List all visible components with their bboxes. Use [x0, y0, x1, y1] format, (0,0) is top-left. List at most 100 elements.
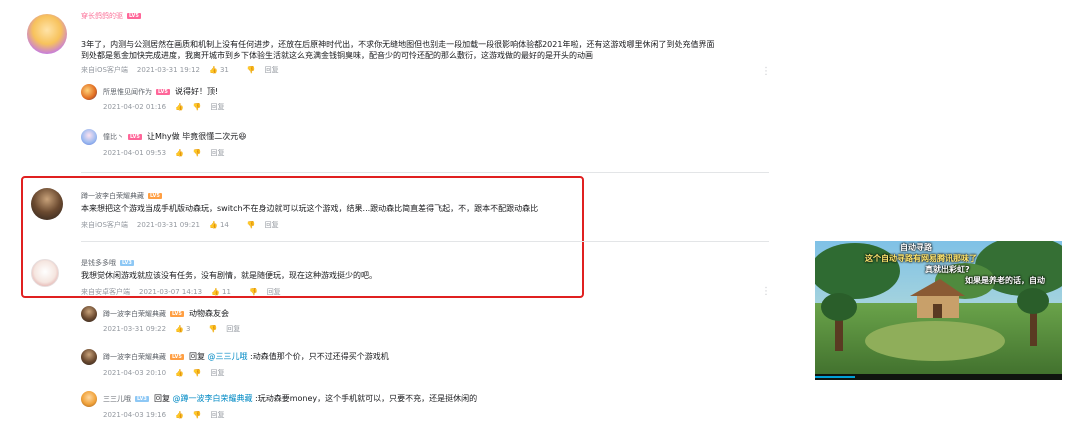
timestamp: 2021-03-31 09:22: [103, 325, 167, 333]
reply-username[interactable]: 蹲一波李白荣耀典藏: [103, 310, 166, 318]
like-icon[interactable]: 👍: [175, 103, 184, 111]
comment-username[interactable]: 是钱多多哦 LV3: [81, 258, 134, 268]
avatar[interactable]: [81, 306, 97, 322]
reply-meta: 2021-04-01 09:53 👍 👎 回复: [103, 148, 234, 158]
reply-button[interactable]: 回复: [211, 411, 225, 419]
more-options-icon[interactable]: ⋮: [761, 286, 771, 297]
reply-username[interactable]: 所思惟见闻作为: [103, 88, 152, 96]
level-badge: LV5: [127, 13, 141, 19]
like-button[interactable]: 👍 11: [211, 288, 240, 296]
mention-link[interactable]: @蹲一波李白荣耀典藏: [173, 394, 253, 403]
like-count: 31: [219, 66, 229, 74]
like-button[interactable]: 👍 3: [175, 325, 199, 333]
timestamp: 2021-03-07 14:13: [139, 288, 203, 296]
video-title: 自动寻路: [900, 243, 932, 252]
timestamp: 2021-03-31 19:12: [136, 66, 200, 74]
divider: [81, 172, 769, 173]
danmaku-text: 这个自动寻路有网易腾讯那味了: [865, 254, 977, 263]
danmaku-text: 如果是养老的话，自动: [965, 276, 1045, 285]
reply-username[interactable]: 三三儿哦: [103, 395, 131, 403]
more-options-icon[interactable]: ⋮: [761, 66, 771, 77]
dislike-icon[interactable]: 👎: [247, 221, 256, 229]
level-badge: LV5: [170, 310, 184, 317]
like-count: 3: [186, 325, 191, 333]
reply-button[interactable]: 回复: [265, 221, 279, 229]
timestamp: 2021-03-31 09:21: [136, 221, 200, 229]
like-button[interactable]: 👍 31: [209, 66, 238, 74]
timestamp: 2021-04-03 20:10: [103, 369, 167, 377]
reply-item: 蹲一波李白荣耀典藏 LV5 回复 @三三儿哦 :动森值那个价，只不过还得买个游戏机: [103, 351, 389, 362]
timestamp: 2021-04-03 19:16: [103, 411, 167, 419]
comment-meta: 来自iOS客户端 2021-03-31 09:21 👍 14 👎 回复: [81, 220, 288, 230]
dislike-icon[interactable]: 👎: [193, 149, 202, 157]
comment-content: 本来想把这个游戏当成手机版动森玩，switch不在身边就可以玩这个游戏，结果..…: [81, 204, 539, 213]
reply-button[interactable]: 回复: [267, 288, 281, 296]
reply-meta: 2021-04-03 20:10 👍 👎 回复: [103, 368, 234, 378]
divider: [81, 241, 769, 242]
reply-button[interactable]: 回复: [211, 149, 225, 157]
reply-item: 憧比丶 LV5 让Mhy做 毕竟很懂二次元😆: [103, 131, 247, 142]
reply-item: 三三儿哦 LV3 回复 @蹲一波李白荣耀典藏 :玩动森要money，这个手机就可以…: [103, 393, 477, 404]
timestamp: 2021-04-02 01:16: [103, 103, 167, 111]
dislike-icon[interactable]: 👎: [249, 288, 258, 296]
mention-link[interactable]: @三三儿哦: [208, 352, 248, 361]
reply-button[interactable]: 回复: [226, 325, 240, 333]
like-count: 11: [222, 288, 231, 296]
avatar[interactable]: [31, 188, 63, 220]
like-icon[interactable]: 👍: [175, 149, 184, 157]
level-badge: LV5: [156, 88, 170, 95]
danmaku-text: 真就出彩虹?: [925, 265, 970, 274]
dislike-icon[interactable]: 👎: [209, 325, 218, 333]
avatar[interactable]: [81, 129, 97, 145]
reply-text: 动物森友会: [188, 309, 229, 318]
avatar[interactable]: [81, 391, 97, 407]
client-source: 来自安卓客户端: [81, 288, 130, 296]
like-count: 14: [219, 221, 229, 229]
reply-text: 让Mhy做 毕竟很懂二次元: [146, 132, 239, 141]
reply-meta: 2021-04-03 19:16 👍 👎 回复: [103, 410, 234, 420]
comment-username[interactable]: 蹲一波李白荣耀典藏 LV5: [81, 191, 162, 201]
comment-username[interactable]: 穿长鸽鸽的驱 LV5: [81, 11, 141, 21]
reply-username[interactable]: 憧比丶: [103, 133, 124, 141]
dislike-icon[interactable]: 👎: [193, 103, 202, 111]
reply-meta: 2021-04-02 01:16 👍 👎 回复: [103, 102, 234, 112]
level-badge: LV3: [120, 260, 134, 266]
avatar[interactable]: [31, 259, 59, 287]
client-source: 来自iOS客户端: [81, 221, 128, 229]
comment-line: 3年了，内测与公测居然在画质和机制上没有任何进步，还放在后原神时代出，不求你无缝…: [81, 40, 715, 49]
avatar[interactable]: [81, 84, 97, 100]
level-badge: LV5: [170, 353, 184, 360]
comment-meta: 来自iOS客户端 2021-03-31 19:12 👍 31 👎 回复: [81, 65, 288, 75]
reply-text: :动森值那个价，只不过还得买个游戏机: [247, 352, 389, 361]
comment-line: 到处都是氪金加快完成进度，我离开城市到乡下体验生活就这么充满金钱铜臭味，配音少的…: [81, 51, 593, 60]
level-badge: LV3: [135, 395, 149, 402]
reply-meta: 2021-03-31 09:22 👍 3 👎 回复: [103, 324, 249, 334]
avatar[interactable]: [27, 14, 67, 54]
comment-content: 3年了，内测与公测居然在画质和机制上没有任何进步，还放在后原神时代出，不求你无缝…: [81, 39, 771, 61]
reply-item: 所思惟见闻作为 LV5 说得好！顶!: [103, 86, 218, 97]
like-icon[interactable]: 👍: [175, 411, 184, 419]
reply-prefix: 回复: [153, 394, 173, 403]
level-badge: LV5: [148, 193, 162, 199]
reply-text: 说得好！顶!: [174, 87, 219, 96]
reply-button[interactable]: 回复: [211, 103, 225, 111]
comment-meta: 来自安卓客户端 2021-03-07 14:13 👍 11 👎 回复: [81, 287, 290, 297]
reply-text: :玩动森要money，这个手机就可以，只要不充，还是挺休闲的: [252, 394, 478, 403]
comment-content: 我想觉休闲游戏就应该没有任务，没有剧情，就是随便玩，现在这种游戏挺少的吧。: [81, 271, 377, 280]
like-button[interactable]: 👍 14: [209, 221, 238, 229]
emoji-icon: 😆: [238, 132, 247, 141]
reply-button[interactable]: 回复: [211, 369, 225, 377]
timestamp: 2021-04-01 09:53: [103, 149, 167, 157]
reply-button[interactable]: 回复: [265, 66, 279, 74]
like-icon[interactable]: 👍: [175, 369, 184, 377]
dislike-icon[interactable]: 👎: [193, 369, 202, 377]
dislike-icon[interactable]: 👎: [247, 66, 256, 74]
dislike-icon[interactable]: 👎: [193, 411, 202, 419]
level-badge: LV5: [128, 133, 142, 140]
reply-item: 蹲一波李白荣耀典藏 LV5 动物森友会: [103, 308, 229, 319]
avatar[interactable]: [81, 349, 97, 365]
reply-prefix: 回复: [188, 352, 208, 361]
reply-username[interactable]: 蹲一波李白荣耀典藏: [103, 353, 166, 361]
video-player[interactable]: 自动寻路 这个自动寻路有网易腾讯那味了 真就出彩虹? 如果是养老的话，自动: [815, 241, 1062, 380]
client-source: 来自iOS客户端: [81, 66, 128, 74]
